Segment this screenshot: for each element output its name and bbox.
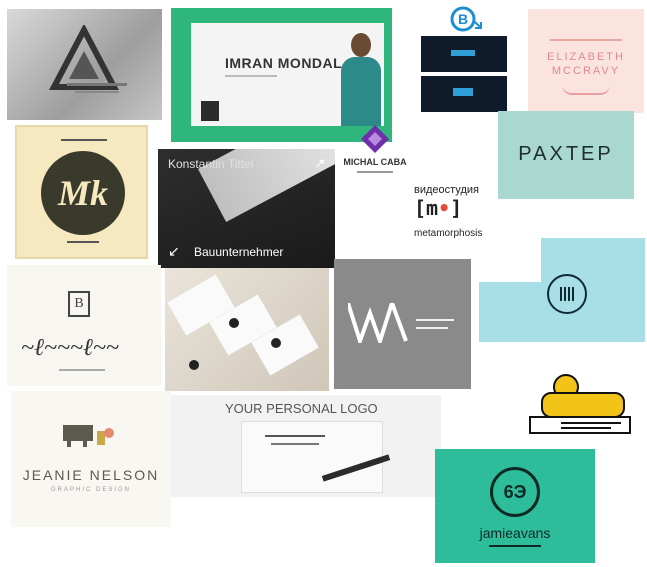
card-dark-block xyxy=(201,101,219,121)
imran-card-tile: IMRAN MONDAL xyxy=(171,8,392,142)
wa-monogram-icon xyxy=(348,303,408,343)
mk-monogram: Mk xyxy=(57,173,108,213)
card-name: IMRAN MONDAL xyxy=(225,55,343,71)
metal-triangle-logo-tile xyxy=(7,9,162,120)
embossed-text-line xyxy=(67,83,127,86)
mk-bottom-text-line xyxy=(67,241,99,243)
jamie-glyph: 6Э xyxy=(503,481,527,502)
michal-name: MICHAL CABA xyxy=(343,157,407,167)
jamie-sub-line xyxy=(489,545,541,547)
lightblue-card-tile xyxy=(479,238,645,342)
paxtep-wordmark: PAXTEP xyxy=(518,143,614,165)
cursive-monogram-letter: B xyxy=(74,296,84,311)
navy-card-top xyxy=(421,36,507,72)
cursive-monogram-box: B xyxy=(68,291,90,317)
b-logo-mark: B xyxy=(449,4,485,34)
videostudio-line3: metamorphosis xyxy=(414,228,483,239)
jamie-logo-tile: 6Э jamieavans xyxy=(435,449,595,563)
card-black-dot xyxy=(189,360,199,370)
portrait-head xyxy=(351,33,371,57)
elizabeth-line1: ELIZABETH xyxy=(547,51,625,63)
cursive-sub-line xyxy=(59,369,105,371)
navy-card-logo xyxy=(453,88,473,96)
paxtep-logo-tile: PAXTEP xyxy=(498,111,634,199)
elizabeth-top-line xyxy=(550,39,622,41)
portrait-body xyxy=(341,57,381,126)
jeanie-sub: GRAPHIC DESIGN xyxy=(50,487,131,493)
purple-diamond-icon xyxy=(361,125,389,153)
red-dot-icon: • xyxy=(438,196,451,220)
navy-card-logo xyxy=(451,50,475,56)
elizabeth-script-swash xyxy=(562,85,610,95)
elephant-icon xyxy=(63,425,114,447)
sticker-banner-text-line xyxy=(561,427,611,429)
card-subtitle-line xyxy=(225,75,277,77)
videostudio-line1: видеостудия xyxy=(414,184,479,196)
videostudio-m: m xyxy=(426,196,439,220)
personal-title: YOUR PERSONAL LOGO xyxy=(225,401,378,416)
elizabeth-line2: MCCRAVY xyxy=(551,65,621,77)
konstantin-bottom-text: Bauunternehmer xyxy=(194,245,284,259)
yellow-sticker-tile xyxy=(527,372,633,438)
cursive-swash: ~ℓ~~~ℓ~~ xyxy=(21,335,119,361)
card-black-dot xyxy=(229,318,239,328)
arrow-up-right-icon: ↗ xyxy=(314,155,326,171)
svg-text:B: B xyxy=(458,11,468,27)
arrow-down-left-icon: ↙ xyxy=(168,243,180,259)
mk-top-text-line xyxy=(61,139,107,141)
sticker-banner-text-line xyxy=(561,422,621,424)
videostudio-bracket-left: [ xyxy=(414,196,427,220)
jeanie-logo-tile: JEANIE NELSON GRAPHIC DESIGN xyxy=(11,391,171,527)
videostudio-bracket-right: ] xyxy=(450,196,463,220)
cards-stack-photo xyxy=(165,268,329,391)
circle-badge-icon xyxy=(547,274,587,314)
jamie-circle-icon: 6Э xyxy=(490,467,540,517)
videostudio-mark: [m•] xyxy=(414,196,462,220)
wa-text-line xyxy=(416,327,448,329)
b-arrow-icon: B xyxy=(450,6,482,32)
personal-logo-tile: YOUR PERSONAL LOGO xyxy=(171,395,441,497)
personal-script-line xyxy=(271,443,319,445)
wa-text-line xyxy=(416,319,454,321)
konstantin-top-text: Konstantin Tittel xyxy=(168,157,254,171)
card-face: IMRAN MONDAL xyxy=(191,23,384,126)
sticker-body xyxy=(541,392,625,418)
card-black-dot xyxy=(271,338,281,348)
michal-sub-line xyxy=(357,171,393,173)
personal-card-back xyxy=(241,421,383,493)
jeanie-name: JEANIE NELSON xyxy=(22,467,160,483)
elizabeth-card-tile: ELIZABETH MCCRAVY xyxy=(528,9,644,113)
portrait-photo xyxy=(339,29,383,126)
michal-logo-tile: MICHAL CABA xyxy=(339,123,411,179)
wa-monogram-tile xyxy=(334,259,471,389)
jamie-name: jamieavans xyxy=(479,525,551,541)
videostudio-logo-tile: видеостудия [m•] metamorphosis xyxy=(410,180,500,246)
konstantin-tile: Konstantin Tittel ↗ ↙ Bauunternehmer xyxy=(158,149,335,268)
cursive-logo-tile: B ~ℓ~~~ℓ~~ xyxy=(7,265,161,386)
personal-script-line xyxy=(265,435,325,437)
navy-card-bottom xyxy=(421,76,507,112)
embossed-text-line xyxy=(75,91,119,93)
sticker-banner xyxy=(529,416,631,434)
mk-circle: Mk xyxy=(41,151,125,235)
badge-bars xyxy=(560,287,574,301)
mk-logo-tile: Mk xyxy=(15,125,148,259)
